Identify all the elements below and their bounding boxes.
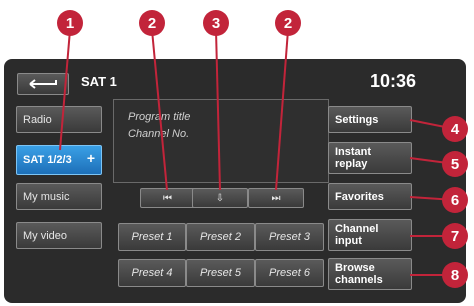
callout-7: 7 bbox=[442, 223, 468, 249]
callout-4: 4 bbox=[442, 116, 468, 142]
callout-2-right: 2 bbox=[275, 10, 301, 36]
callout-6: 6 bbox=[442, 187, 468, 213]
callout-8: 8 bbox=[442, 262, 468, 288]
callout-3: 3 bbox=[203, 10, 229, 36]
callout-lines bbox=[59, 29, 456, 276]
callout-5: 5 bbox=[442, 151, 468, 177]
callout-1: 1 bbox=[57, 10, 83, 36]
callout-2-left: 2 bbox=[139, 10, 165, 36]
